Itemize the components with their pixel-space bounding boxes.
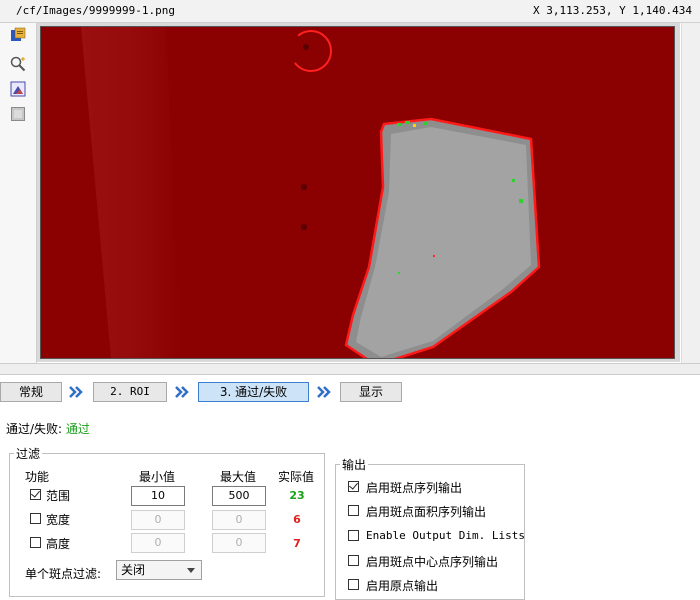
- cursor-coordinates: X 3,113.253, Y 1,140.434: [533, 4, 692, 17]
- status-label: 通过/失败:: [6, 422, 63, 436]
- step-general-button[interactable]: 常规: [0, 382, 62, 402]
- range-label: 范围: [46, 489, 71, 503]
- chevron-down-icon: [187, 568, 195, 573]
- output-origin-label: 启用原点输出: [366, 579, 439, 593]
- step-pass-fail-button[interactable]: 3. 通过/失败: [198, 382, 309, 402]
- title-bar: /cf/Images/9999999-1.png X 3,113.253, Y …: [0, 0, 700, 23]
- image-icon[interactable]: [10, 81, 26, 97]
- width-min-input[interactable]: 0: [131, 510, 185, 530]
- step-roi-button[interactable]: 2. ROI: [93, 382, 167, 402]
- output-blob-list-checkbox[interactable]: [348, 481, 359, 492]
- inspection-image[interactable]: [40, 26, 675, 359]
- column-actual: 实际值: [278, 470, 315, 484]
- viewer-toolbar: [0, 23, 37, 363]
- width-actual-value: 6: [293, 513, 301, 526]
- output-dim-list-label: Enable Output Dim. Lists: [366, 529, 525, 542]
- height-actual-value: 7: [293, 537, 301, 550]
- height-label: 高度: [46, 537, 71, 551]
- height-max-input[interactable]: 0: [212, 533, 266, 553]
- column-min: 最小值: [139, 470, 176, 484]
- height-min-input[interactable]: 0: [131, 533, 185, 553]
- range-actual-value: 23: [289, 489, 305, 502]
- output-dim-list-checkbox[interactable]: [348, 530, 359, 541]
- step-arrow-icon: [317, 386, 331, 398]
- single-blob-filter-value: 关闭: [121, 563, 146, 577]
- height-checkbox[interactable]: [30, 537, 41, 548]
- width-checkbox[interactable]: [30, 513, 41, 524]
- column-max: 最大值: [220, 470, 257, 484]
- width-max-input[interactable]: 0: [212, 510, 266, 530]
- status-value: 通过: [65, 422, 90, 436]
- step-display-button[interactable]: 显示: [340, 382, 402, 402]
- single-blob-filter-select[interactable]: 关闭: [116, 560, 202, 580]
- output-area-list-label: 启用斑点面积序列输出: [366, 505, 487, 519]
- output-origin-checkbox[interactable]: [348, 579, 359, 590]
- output-blob-list-label: 启用斑点序列输出: [366, 481, 463, 495]
- vertical-scrollbar[interactable]: [681, 23, 700, 363]
- output-title: 输出: [342, 458, 367, 472]
- image-file-icon[interactable]: [10, 27, 26, 43]
- image-path: /cf/Images/9999999-1.png: [16, 4, 175, 17]
- image-viewer[interactable]: [37, 23, 680, 362]
- pass-fail-status: 通过/失败: 通过: [6, 420, 90, 437]
- range-min-input[interactable]: 10: [131, 486, 185, 506]
- range-max-input[interactable]: 500: [212, 486, 266, 506]
- width-label: 宽度: [46, 513, 71, 527]
- output-center-list-checkbox[interactable]: [348, 555, 359, 566]
- output-center-list-label: 启用斑点中心点序列输出: [366, 555, 499, 569]
- zoom-icon[interactable]: [10, 56, 26, 72]
- panel-divider[interactable]: [0, 363, 700, 375]
- range-checkbox[interactable]: [30, 489, 41, 500]
- output-area-list-checkbox[interactable]: [348, 505, 359, 516]
- filter-title: 过滤: [16, 447, 41, 461]
- step-arrow-icon: [69, 386, 83, 398]
- column-function: 功能: [25, 470, 50, 484]
- gray-box-icon[interactable]: [10, 106, 26, 122]
- step-arrow-icon: [175, 386, 189, 398]
- single-blob-filter-label: 单个斑点过滤:: [25, 567, 102, 581]
